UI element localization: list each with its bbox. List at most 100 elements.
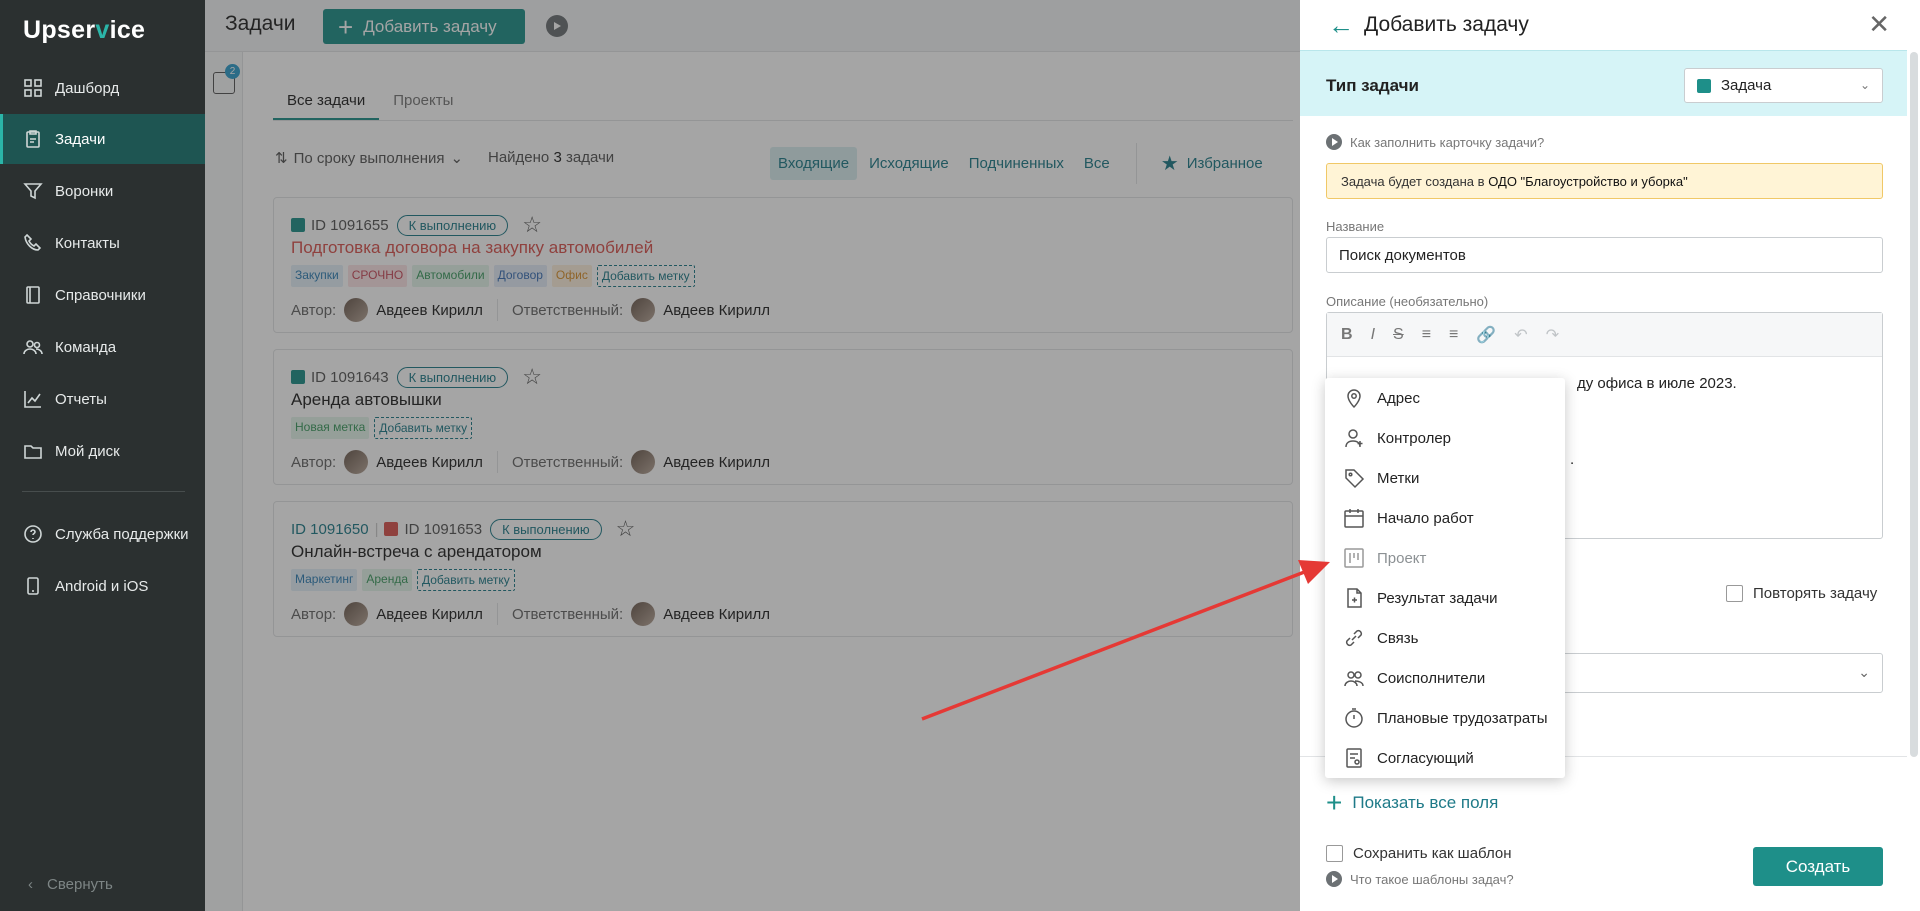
redo-icon[interactable]: ↷ bbox=[1546, 325, 1559, 345]
sidebar-item-dashboard[interactable]: Дашборд bbox=[0, 63, 205, 113]
field-option-start-date[interactable]: Начало работ bbox=[1325, 498, 1565, 538]
task-type-select[interactable]: Задача ⌄ bbox=[1684, 68, 1883, 103]
sidebar-item-support[interactable]: Служба поддержки bbox=[0, 509, 205, 559]
sidebar-item-label: Команда bbox=[55, 338, 117, 356]
mobile-icon bbox=[23, 576, 43, 596]
sidebar-item-label: Android и iOS bbox=[55, 577, 149, 595]
sidebar: Upservice Дашборд Задачи Воронки Контакт… bbox=[0, 0, 205, 911]
field-option-tags[interactable]: Метки bbox=[1325, 458, 1565, 498]
sidebar-item-label: Справочники bbox=[55, 286, 146, 304]
team-icon bbox=[23, 337, 43, 357]
numbered-list-icon[interactable]: ≡ bbox=[1449, 326, 1458, 344]
sidebar-item-contacts[interactable]: Контакты bbox=[0, 218, 205, 268]
sidebar-item-label: Контакты bbox=[55, 234, 120, 252]
close-icon[interactable]: ✕ bbox=[1868, 11, 1890, 37]
notice-prefix: Задача будет создана в bbox=[1341, 174, 1485, 189]
tasks-icon bbox=[23, 129, 43, 149]
link-icon[interactable]: 🔗 bbox=[1476, 325, 1496, 345]
chevron-left-icon: ‹ bbox=[28, 876, 33, 893]
show-all-fields-button[interactable]: + Показать все поля bbox=[1326, 789, 1498, 817]
option-label: Адрес bbox=[1377, 389, 1420, 407]
what-templates-link[interactable]: Что такое шаблоны задач? bbox=[1326, 871, 1514, 887]
description-text: ду офиса в июле 2023. bbox=[1577, 375, 1737, 392]
sidebar-item-label: Задачи bbox=[55, 130, 106, 148]
users-icon bbox=[1344, 671, 1364, 687]
option-label: Связь bbox=[1377, 629, 1419, 647]
notice-org: ОДО "Благоустройство и уборка" bbox=[1488, 174, 1688, 189]
folder-icon bbox=[23, 441, 43, 461]
italic-icon[interactable]: I bbox=[1371, 326, 1375, 344]
sidebar-item-label: Воронки bbox=[55, 182, 114, 200]
sidebar-item-my-disk[interactable]: Мой диск bbox=[0, 426, 205, 476]
approval-icon bbox=[1346, 748, 1362, 768]
field-option-approver[interactable]: Согласующий bbox=[1325, 738, 1565, 778]
sidebar-item-team[interactable]: Команда bbox=[0, 322, 205, 372]
field-option-link[interactable]: Связь bbox=[1325, 618, 1565, 658]
link-icon bbox=[1345, 629, 1363, 647]
field-option-address[interactable]: Адрес bbox=[1325, 378, 1565, 418]
name-label: Название bbox=[1326, 219, 1385, 234]
play-icon bbox=[1326, 134, 1342, 150]
help-icon bbox=[23, 524, 43, 544]
logo[interactable]: Upservice bbox=[23, 16, 145, 45]
panel-scrollbar[interactable] bbox=[1910, 52, 1918, 757]
bold-icon[interactable]: B bbox=[1341, 326, 1353, 344]
strikethrough-icon[interactable]: S bbox=[1393, 326, 1404, 344]
field-option-coexecutors[interactable]: Соисполнители bbox=[1325, 658, 1565, 698]
option-label: Плановые трудозатраты bbox=[1377, 709, 1548, 727]
bullet-list-icon[interactable]: ≡ bbox=[1422, 326, 1431, 344]
panel-title: Добавить задачу bbox=[1364, 13, 1529, 36]
option-label: Контролер bbox=[1377, 429, 1452, 447]
option-label: Проект bbox=[1377, 549, 1427, 567]
create-button[interactable]: Создать bbox=[1753, 847, 1883, 886]
save-template-checkbox[interactable]: Сохранить как шаблон bbox=[1326, 845, 1512, 862]
save-template-label: Сохранить как шаблон bbox=[1353, 845, 1512, 862]
sidebar-item-mobile[interactable]: Android и iOS bbox=[0, 561, 205, 611]
chevron-down-icon: ⌄ bbox=[1858, 664, 1870, 680]
sidebar-item-label: Служба поддержки bbox=[55, 525, 189, 543]
sidebar-item-directories[interactable]: Справочники bbox=[0, 270, 205, 320]
howto-link[interactable]: Как заполнить карточку задачи? bbox=[1326, 134, 1544, 150]
field-option-project[interactable]: Проект bbox=[1325, 538, 1565, 578]
checkbox[interactable] bbox=[1726, 585, 1743, 602]
task-type-label: Тип задачи bbox=[1326, 76, 1420, 95]
logo-v-mark: v bbox=[95, 16, 110, 44]
collapse-sidebar-button[interactable]: ‹ Свернуть bbox=[28, 876, 113, 893]
fields-dropdown: Адрес Контролер Метки Начало работ Проек… bbox=[1325, 378, 1565, 778]
show-all-label: Показать все поля bbox=[1352, 793, 1499, 812]
location-icon bbox=[1347, 389, 1361, 409]
repeat-label: Повторять задачу bbox=[1753, 585, 1878, 602]
calendar-icon bbox=[1344, 509, 1364, 528]
option-label: Согласующий bbox=[1377, 749, 1474, 767]
dashboard-icon bbox=[23, 78, 43, 98]
field-option-planned-effort[interactable]: Плановые трудозатраты bbox=[1325, 698, 1565, 738]
stopwatch-icon bbox=[1345, 708, 1363, 728]
field-option-result[interactable]: Результат задачи bbox=[1325, 578, 1565, 618]
panel-header: ← Добавить задачу ✕ bbox=[1300, 0, 1920, 50]
sidebar-item-label: Мой диск bbox=[55, 442, 120, 460]
option-label: Начало работ bbox=[1377, 509, 1474, 527]
task-type-icon bbox=[1697, 78, 1711, 93]
undo-icon[interactable]: ↶ bbox=[1514, 325, 1527, 345]
chevron-down-icon: ⌄ bbox=[1859, 78, 1870, 92]
task-name-input[interactable]: Поиск документов bbox=[1326, 237, 1883, 273]
editor-toolbar: B I S ≡ ≡ 🔗 ↶ ↷ bbox=[1327, 313, 1882, 357]
sidebar-item-reports[interactable]: Отчеты bbox=[0, 374, 205, 424]
task-type-value: Задача bbox=[1721, 77, 1772, 94]
collapse-label: Свернуть bbox=[47, 876, 113, 893]
book-icon bbox=[23, 285, 43, 305]
repeat-task-checkbox[interactable]: Повторять задачу bbox=[1726, 585, 1877, 602]
play-icon bbox=[1326, 871, 1342, 887]
sidebar-item-funnels[interactable]: Воронки bbox=[0, 166, 205, 216]
modal-backdrop[interactable] bbox=[205, 0, 1300, 911]
field-option-controller[interactable]: Контролер bbox=[1325, 418, 1565, 458]
option-label: Соисполнители bbox=[1377, 669, 1486, 687]
option-label: Результат задачи bbox=[1377, 589, 1498, 607]
funnel-icon bbox=[23, 181, 43, 201]
user-add-icon bbox=[1345, 429, 1363, 448]
chart-icon bbox=[23, 389, 43, 409]
sidebar-item-tasks[interactable]: Задачи bbox=[0, 114, 205, 164]
org-notice: Задача будет создана в ОДО "Благоустройс… bbox=[1326, 163, 1883, 199]
back-arrow-icon[interactable]: ← bbox=[1328, 12, 1354, 38]
checkbox[interactable] bbox=[1326, 845, 1343, 862]
